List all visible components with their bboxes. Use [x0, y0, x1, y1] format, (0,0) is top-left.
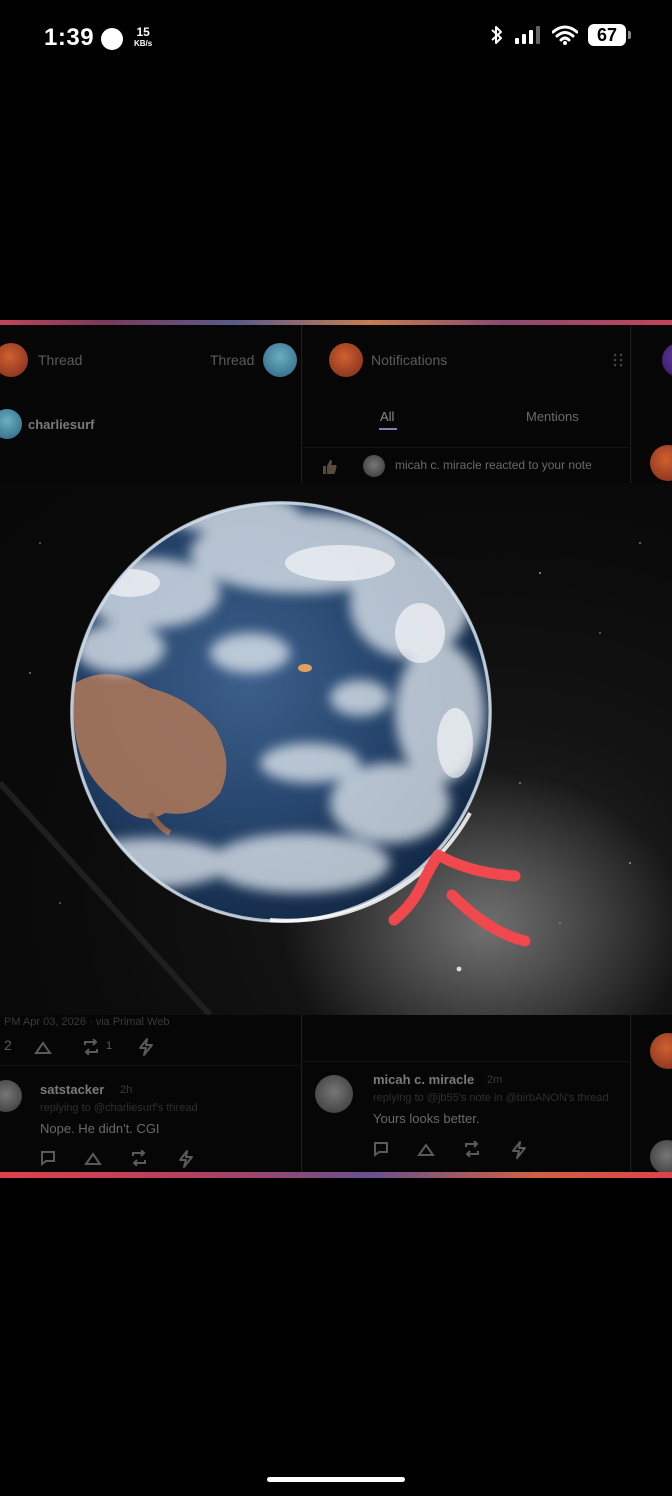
home-indicator[interactable] [267, 1477, 405, 1482]
earth-graphic [0, 483, 672, 1015]
net-speed-unit: KB/s [134, 39, 153, 48]
avatar[interactable] [329, 343, 363, 377]
repost-icon[interactable] [463, 1141, 481, 1157]
active-tab-indicator [379, 428, 397, 430]
comment-icon[interactable] [373, 1141, 389, 1157]
author-name[interactable]: charliesurf [28, 417, 94, 432]
reply-context: replying to @charliesurf's thread [40, 1102, 198, 1114]
repost-icon[interactable] [82, 1039, 100, 1055]
zap-icon[interactable] [138, 1038, 154, 1056]
zap-reaction-icon[interactable] [84, 1150, 102, 1166]
embedded-screenshot: Thread Thread charliesurf PM Apr 03, 202… [0, 320, 672, 1178]
status-bar: 1:39 15 KB/s 67 [0, 0, 672, 80]
zap-icon[interactable] [178, 1150, 194, 1168]
zap-icon[interactable] [511, 1141, 527, 1159]
reply-avatar[interactable] [0, 1080, 22, 1112]
reply-author[interactable]: micah c. miracle [373, 1072, 474, 1087]
zap-reaction-icon[interactable] [417, 1141, 435, 1157]
avatar[interactable] [650, 1033, 672, 1069]
author-avatar[interactable] [0, 409, 22, 439]
avatar[interactable] [662, 343, 672, 377]
repost-count: 1 [106, 1040, 113, 1052]
notification-dot-icon [101, 28, 123, 50]
column-header-left: Thread [38, 352, 83, 368]
net-speed: 15 KB/s [134, 25, 153, 49]
bluetooth-icon [491, 26, 502, 44]
battery-icon: 67 [588, 24, 631, 46]
status-time: 1:39 [44, 24, 95, 51]
bottom-gradient-stripe [0, 1172, 672, 1178]
zap-reaction-icon[interactable] [34, 1039, 52, 1055]
divider [303, 1061, 631, 1062]
avatar[interactable] [363, 455, 385, 477]
column-header-right: Thread [210, 352, 255, 368]
drag-handle-icon[interactable] [613, 353, 623, 367]
tab-all[interactable]: All [380, 409, 394, 424]
reply-avatar[interactable] [315, 1075, 353, 1113]
wifi-icon [552, 25, 578, 45]
earth-image [0, 483, 672, 1015]
notification-item[interactable]: micah c. miracle reacted to your note [303, 447, 631, 483]
column-header: Notifications [371, 352, 448, 368]
avatar[interactable] [263, 343, 297, 377]
reply-text: Yours looks better. [373, 1111, 480, 1126]
reply-age: 2h [120, 1084, 133, 1096]
divider [0, 1065, 302, 1066]
signal-icon [515, 26, 540, 44]
notification-text: micah c. miracle reacted to your note [395, 458, 592, 472]
thumbs-up-icon [323, 460, 337, 474]
reply-author[interactable]: satstacker [40, 1082, 104, 1097]
reply-count[interactable]: 2 [4, 1037, 12, 1053]
reply-text: Nope. He didn't. CGI [40, 1121, 160, 1136]
reply-context: replying to @jb55's note in @birbANON's … [373, 1092, 609, 1104]
repost-icon[interactable] [130, 1150, 148, 1166]
net-speed-value: 15 [136, 25, 150, 39]
avatar[interactable] [0, 343, 28, 377]
comment-icon[interactable] [40, 1150, 56, 1166]
status-icons: 67 [490, 24, 631, 46]
reply-age: 2m [487, 1074, 503, 1086]
tab-mentions[interactable]: Mentions [526, 409, 579, 424]
avatar[interactable] [650, 445, 672, 481]
avatar[interactable] [650, 1140, 672, 1174]
post-timestamp: PM Apr 03, 2026 · via Primal Web [4, 1016, 170, 1028]
